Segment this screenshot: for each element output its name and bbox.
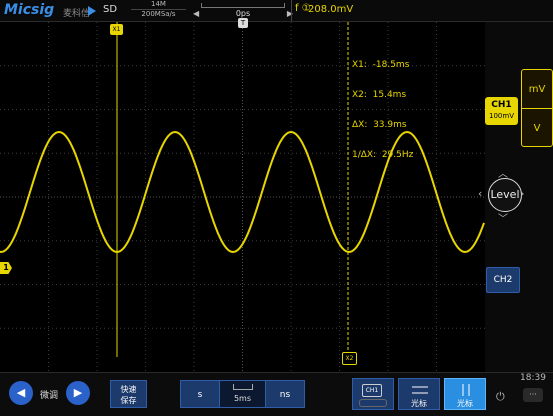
trigger-position: 0ps xyxy=(235,9,251,18)
fine-adjust-label: 微调 xyxy=(40,391,59,401)
timebase-unit-s-button[interactable]: s xyxy=(180,380,220,408)
ch1-chip: CH1 xyxy=(362,384,382,397)
horizontal-cursor-icon xyxy=(412,386,428,394)
memory-depth: 14M xyxy=(131,0,186,10)
cursor-channel-select-button[interactable]: CH1 xyxy=(352,378,394,410)
timebase-value: 5ms xyxy=(233,394,252,403)
fast-save-label-2: 保存 xyxy=(120,396,137,405)
chevron-down-icon[interactable]: ﹀ xyxy=(498,210,508,225)
ch2-channel-button[interactable]: CH2 xyxy=(486,267,520,293)
timebase-display[interactable]: 5ms xyxy=(220,380,265,408)
menu-icon[interactable]: ··· xyxy=(523,388,543,402)
cursor-x1-marker[interactable]: X1 xyxy=(110,24,123,35)
fast-save-label-1: 快速 xyxy=(120,385,137,394)
clock: 18:39 xyxy=(520,373,546,383)
acquisition-mode[interactable]: SD xyxy=(103,4,117,15)
cursor-x1-value: X1: -18.5ms xyxy=(352,60,410,70)
horizontal-cursor-label: 光标 xyxy=(411,399,427,408)
toggle-icon xyxy=(359,399,387,407)
horizontal-cursor-button[interactable]: 光标 xyxy=(398,378,440,410)
level-knob-button[interactable]: Level xyxy=(488,178,522,212)
trigger-position-display[interactable]: ◀ 0ps ▶ xyxy=(193,1,293,19)
power-icon[interactable]: ⏻ xyxy=(496,390,505,404)
trigger-settings[interactable]: f ① 208.0mV xyxy=(291,0,521,21)
cursor-x2-marker[interactable]: X2 xyxy=(342,352,357,365)
ch1-label: CH1 xyxy=(491,100,512,110)
unit-selector[interactable]: mV V xyxy=(521,69,553,147)
fine-adjust-left-button[interactable]: ◀ xyxy=(9,381,33,405)
unit-v-button[interactable]: V xyxy=(522,109,552,147)
ch1-scale: 100mV xyxy=(489,112,514,120)
chevron-right-icon[interactable]: › xyxy=(520,187,524,200)
vertical-cursor-button[interactable]: 光标 xyxy=(444,378,486,410)
run-stop-icon[interactable] xyxy=(88,6,96,16)
vertical-cursor-label: 光标 xyxy=(457,399,473,408)
cursor-x2-value: X2: 15.4ms xyxy=(352,90,407,100)
unit-mv-button[interactable]: mV xyxy=(522,70,552,109)
timebase-unit-ns-button[interactable]: ns xyxy=(265,380,305,408)
sample-rate: 200MSa/s xyxy=(141,10,176,18)
timebase-icon xyxy=(233,384,253,390)
status-bar: Micsig 麦科信 SD 14M 200MSa/s ◀ 0ps ▶ f ① 2… xyxy=(0,0,553,22)
trigger-time-marker[interactable]: T xyxy=(238,18,248,28)
cursor-readout: X1: -18.5ms X2: 15.4ms ΔX: 33.9ms 1/ΔX: … xyxy=(352,40,413,170)
memory-depth-display[interactable]: 14M 200MSa/s xyxy=(131,0,186,19)
trigger-level: 208.0mV xyxy=(308,4,354,15)
fast-save-button[interactable]: 快速 保存 xyxy=(110,380,147,408)
cursor-frequency-value: 1/ΔX: 29.5Hz xyxy=(352,150,414,160)
cursor-delta-value: ΔX: 33.9ms xyxy=(352,120,407,130)
fine-adjust-right-button[interactable]: ▶ xyxy=(66,381,90,405)
brand-logo: Micsig xyxy=(4,2,55,18)
chevron-left-icon[interactable]: ‹ xyxy=(478,187,482,200)
vertical-cursor-icon xyxy=(462,384,470,396)
brand-logo-cn: 麦科信 xyxy=(63,9,91,19)
memory-window-bar xyxy=(201,3,285,8)
ch1-channel-button[interactable]: CH1 100mV xyxy=(485,97,518,125)
